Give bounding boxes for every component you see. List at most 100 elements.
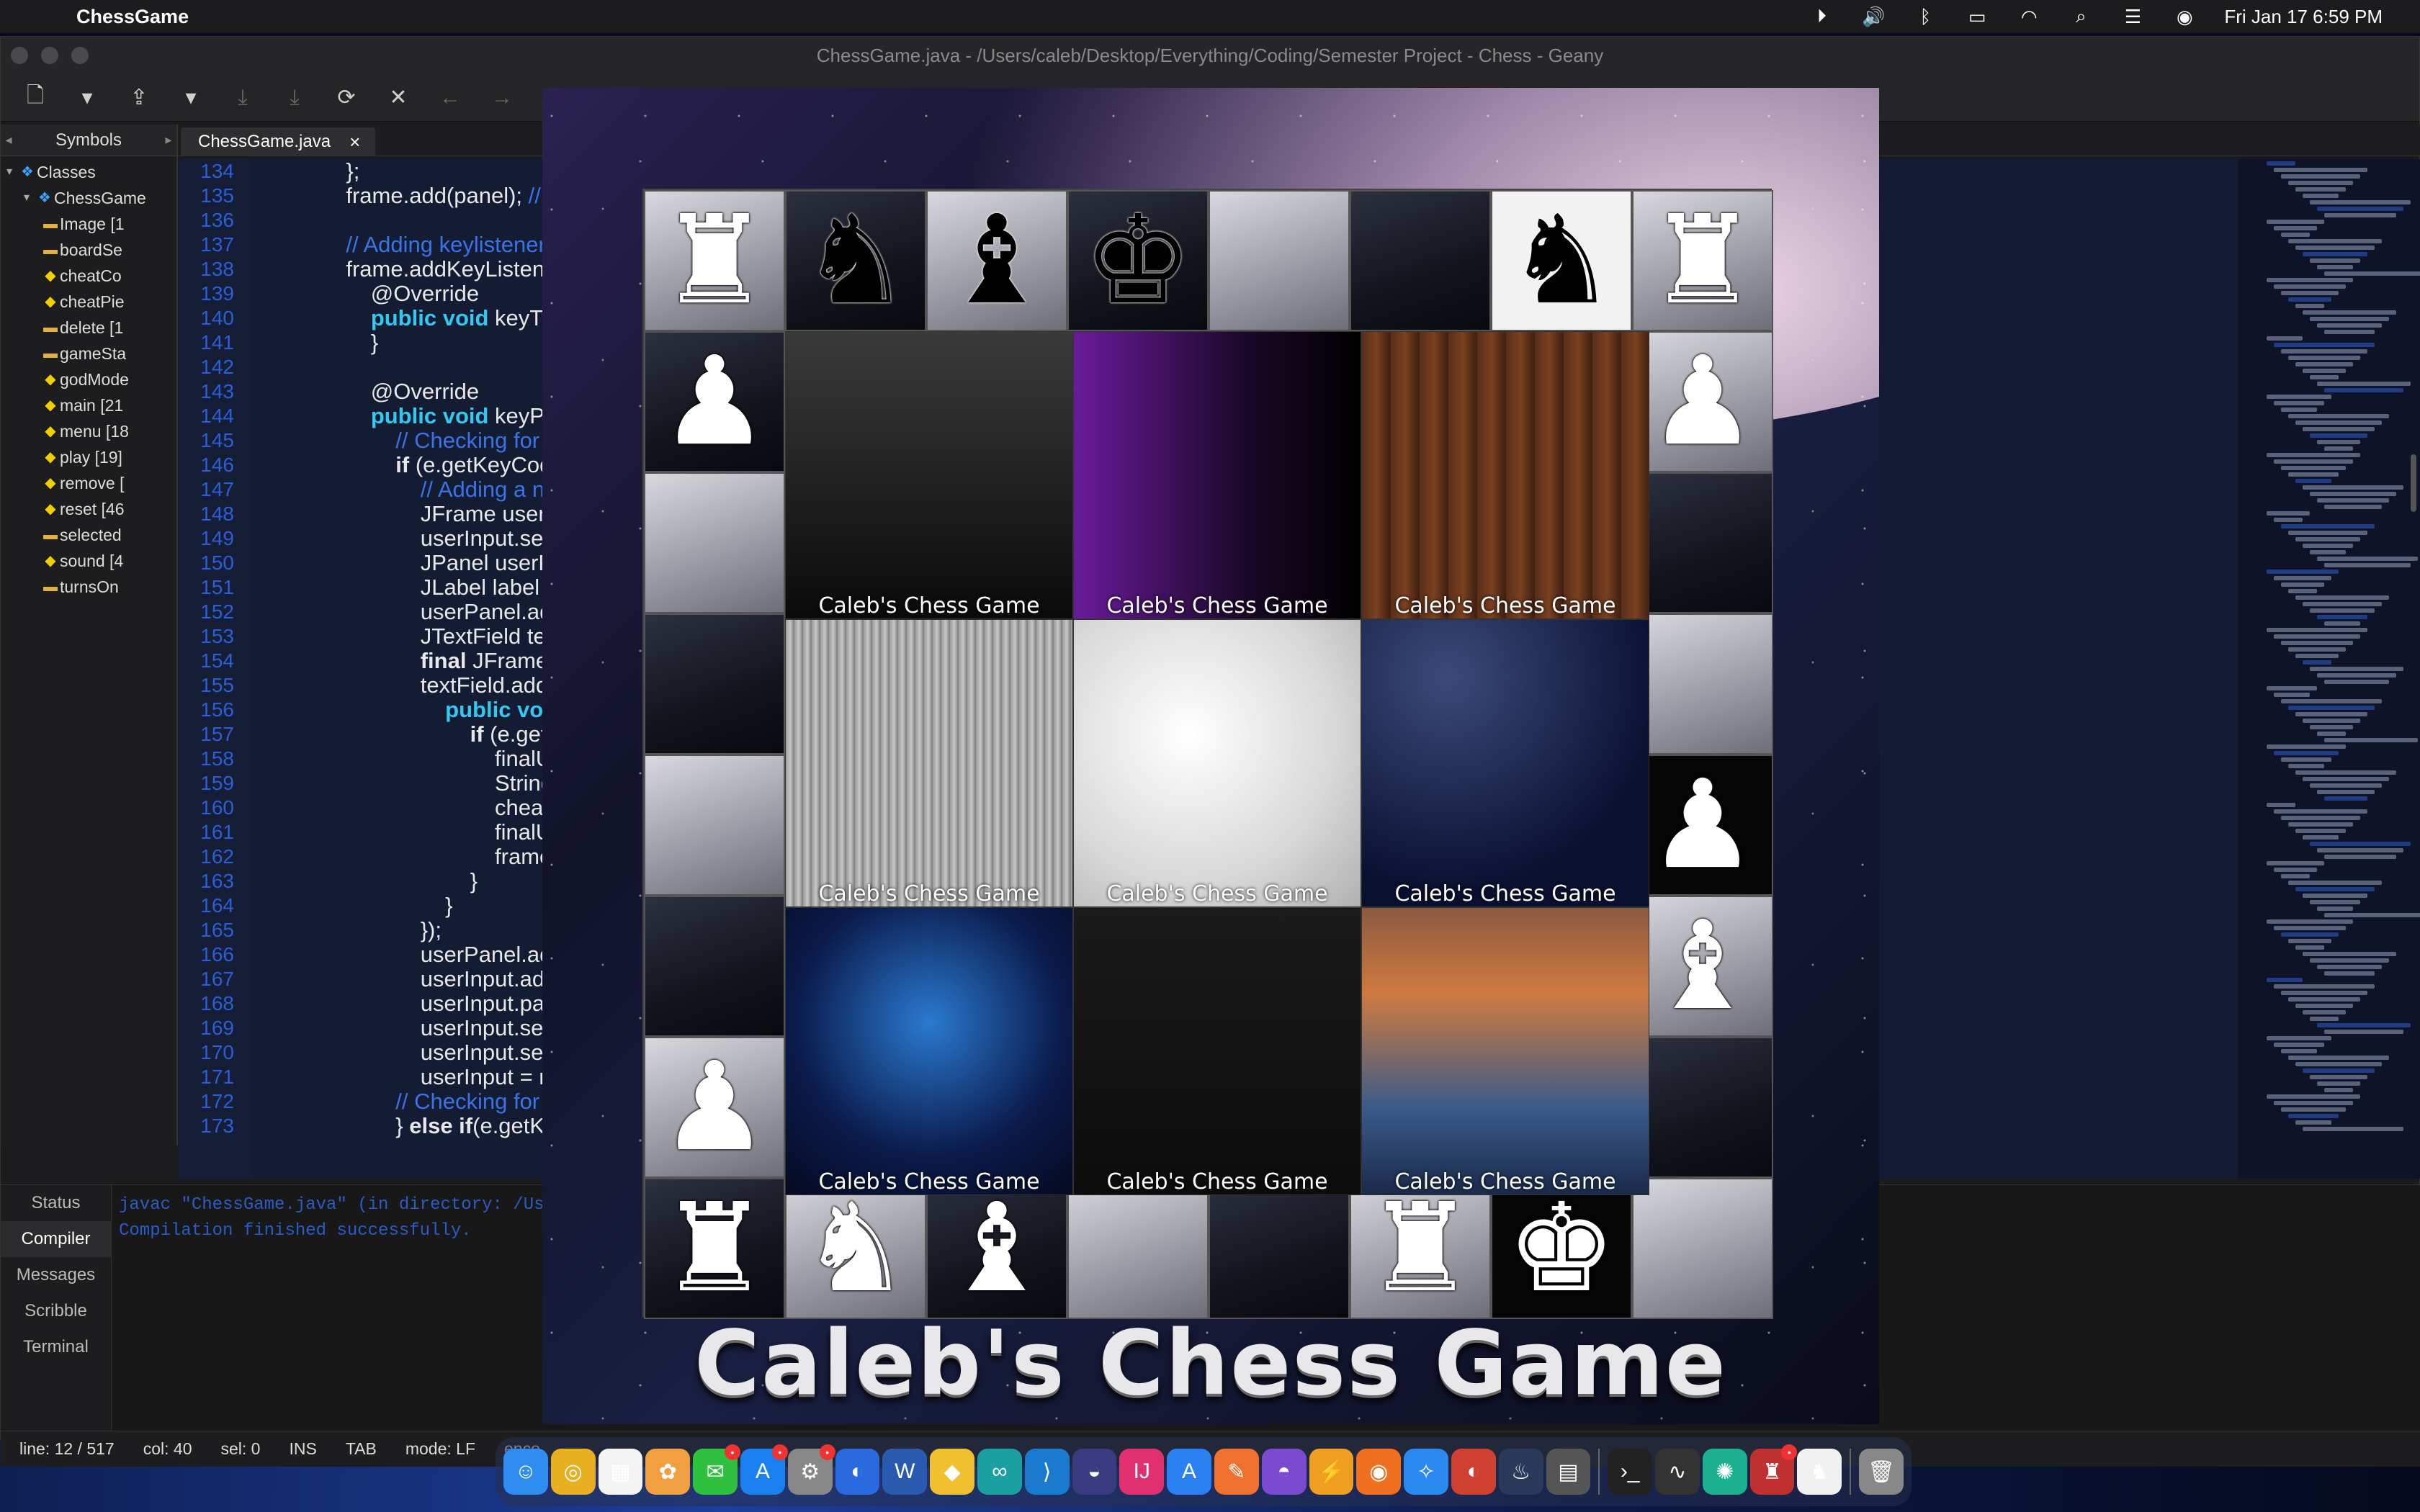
dock-blender-icon[interactable]: ◉ bbox=[1356, 1449, 1402, 1495]
dock-steam-icon[interactable]: ♨ bbox=[1498, 1449, 1543, 1495]
tab-symbols[interactable]: Symbols bbox=[17, 130, 161, 150]
theme-option-code[interactable]: Caleb's Chess Game bbox=[1073, 907, 1361, 1195]
board-square[interactable] bbox=[1209, 1178, 1350, 1319]
board-square[interactable]: ♝ bbox=[1632, 896, 1773, 1037]
spotlight-search-icon[interactable]: ⌕ bbox=[2069, 5, 2093, 28]
control-center-icon[interactable]: ☰ bbox=[2120, 6, 2145, 28]
tree-row-member[interactable]: ▬ Image [1 bbox=[1, 211, 176, 237]
board-square[interactable] bbox=[1632, 1178, 1773, 1319]
board-square[interactable]: ♟ bbox=[644, 1037, 785, 1178]
save-icon[interactable]: ⤓ bbox=[227, 86, 259, 110]
app-name-menu[interactable]: ChessGame bbox=[76, 6, 189, 28]
chess-game-window[interactable]: ♜ ♞ ♝ ♚ ♞ ♜ ♟ ♟ ♟ ♟ ♝ ♜ ♞ ♝ ♜ ♚ Caleb's Chess Game Caleb'… bbox=[542, 88, 1879, 1424]
board-square[interactable]: ♜ bbox=[1350, 1178, 1491, 1319]
dock-arduino-icon[interactable]: ∞ bbox=[977, 1449, 1022, 1495]
dock-messages-icon[interactable]: ✉ • bbox=[693, 1444, 740, 1495]
forward-icon[interactable]: → bbox=[486, 86, 518, 110]
pawn-piece-icon[interactable]: ♟ bbox=[660, 1046, 769, 1169]
close-file-icon[interactable]: ✕ bbox=[382, 85, 414, 110]
board-square[interactable] bbox=[1632, 1037, 1773, 1178]
dock-quicktime-icon[interactable]: ◐ bbox=[835, 1449, 880, 1495]
board-square[interactable] bbox=[644, 472, 785, 613]
tree-row-classes[interactable]: ▾ ❖ Classes bbox=[1, 159, 176, 185]
tree-row-member[interactable]: ◆ cheatPie bbox=[1, 289, 176, 315]
message-tab-compiler[interactable]: Compiler bbox=[1, 1221, 111, 1257]
board-square[interactable] bbox=[1350, 190, 1491, 331]
dock-vscode-icon[interactable]: ⟩ bbox=[1024, 1449, 1070, 1495]
code-minimap[interactable] bbox=[2238, 159, 2420, 1179]
rook-piece-icon[interactable]: ♜ bbox=[1648, 199, 1757, 322]
theme-option-marble[interactable]: Caleb's Chess Game bbox=[1073, 619, 1361, 907]
dock-terminal-icon[interactable]: ›_ bbox=[1608, 1449, 1653, 1495]
dock-app-store-icon[interactable]: A • bbox=[740, 1444, 788, 1495]
message-tab-terminal[interactable]: Terminal bbox=[1, 1329, 111, 1365]
theme-option-wood[interactable]: Caleb's Chess Game bbox=[1361, 331, 1649, 619]
king-piece-icon[interactable]: ♚ bbox=[1507, 1187, 1616, 1310]
dock-trash-icon[interactable]: 🗑 bbox=[1859, 1449, 1904, 1495]
board-square[interactable] bbox=[1209, 190, 1350, 331]
dock-chatgpt-icon[interactable]: ✺ bbox=[1702, 1449, 1747, 1495]
bishop-piece-icon[interactable]: ♝ bbox=[942, 199, 1052, 322]
theme-option-space[interactable]: Caleb's Chess Game bbox=[1361, 619, 1649, 907]
save-all-icon[interactable]: ⤓ bbox=[279, 86, 310, 110]
editor-scrollbar[interactable] bbox=[2411, 454, 2416, 512]
board-square[interactable]: ♟ bbox=[1632, 755, 1773, 896]
pawn-piece-icon[interactable]: ♟ bbox=[1648, 341, 1757, 463]
dock-activity-monitor-icon[interactable]: ∿ bbox=[1655, 1449, 1700, 1495]
dock-geany-icon[interactable]: ✧ bbox=[1404, 1449, 1448, 1495]
board-square[interactable] bbox=[644, 613, 785, 755]
wifi-icon[interactable]: ◠ bbox=[2017, 6, 2041, 28]
board-square[interactable] bbox=[644, 896, 785, 1037]
tree-row-member[interactable]: ▬ boardSe bbox=[1, 237, 176, 263]
pawn-piece-icon[interactable]: ♟ bbox=[660, 341, 769, 463]
tree-row-member[interactable]: ◆ godMode bbox=[1, 366, 176, 392]
board-square[interactable]: ♝ bbox=[926, 1178, 1067, 1319]
rook-piece-icon[interactable]: ♜ bbox=[1366, 1187, 1475, 1310]
board-square[interactable]: ♜ bbox=[644, 190, 785, 331]
dock-xcode-instruments-icon[interactable]: A bbox=[1167, 1449, 1211, 1495]
rook-piece-icon[interactable]: ♜ bbox=[660, 199, 769, 322]
dock-davinci-icon[interactable]: ◐ bbox=[1451, 1449, 1496, 1495]
knight-piece-icon[interactable]: ♞ bbox=[1507, 199, 1616, 322]
board-square[interactable]: ♚ bbox=[1067, 190, 1209, 331]
board-square[interactable]: ♚ bbox=[1491, 1178, 1632, 1319]
board-square[interactable]: ♞ bbox=[785, 190, 926, 331]
tree-row-chessgame[interactable]: ▾ ❖ ChessGame bbox=[1, 185, 176, 211]
dock-calculator-icon[interactable]: ▤ bbox=[1546, 1449, 1591, 1495]
board-square[interactable] bbox=[1632, 472, 1773, 613]
board-square[interactable] bbox=[1067, 1178, 1209, 1319]
board-square[interactable]: ♟ bbox=[1632, 331, 1773, 472]
dock-eclipse-icon[interactable]: ◒ bbox=[1072, 1449, 1117, 1495]
board-square[interactable]: ♜ bbox=[644, 1178, 785, 1319]
tree-row-member[interactable]: ▬ selected bbox=[1, 522, 176, 548]
tree-row-member[interactable]: ◆ play [19] bbox=[1, 444, 176, 470]
dock-intellij-icon[interactable]: IJ bbox=[1119, 1449, 1165, 1495]
king-piece-icon[interactable]: ♚ bbox=[1083, 199, 1193, 322]
tree-row-member[interactable]: ▬ delete [1 bbox=[1, 315, 176, 341]
board-square[interactable]: ♞ bbox=[785, 1178, 926, 1319]
dock-photos-icon[interactable]: ✿ bbox=[645, 1449, 691, 1495]
theme-option-black[interactable]: Caleb's Chess Game bbox=[785, 331, 1073, 619]
revert-icon[interactable]: ⟳ bbox=[331, 85, 362, 110]
board-square[interactable]: ♟ bbox=[644, 331, 785, 472]
tabs-right-arrow-icon[interactable]: ▸ bbox=[161, 132, 176, 148]
theme-option-brain[interactable]: Caleb's Chess Game bbox=[785, 907, 1073, 1195]
theme-option-purple[interactable]: Caleb's Chess Game bbox=[1073, 331, 1361, 619]
new-file-icon[interactable]: 🗋 bbox=[19, 79, 51, 116]
siri-icon[interactable]: ◉ bbox=[2172, 6, 2197, 28]
tree-row-member[interactable]: ◆ remove [ bbox=[1, 470, 176, 496]
dock-github-icon[interactable]: ◓ bbox=[1261, 1449, 1307, 1495]
expand-arrow-icon[interactable]: ▾ bbox=[18, 185, 35, 211]
tree-row-member[interactable]: ◆ menu [18 bbox=[1, 418, 176, 444]
fold-margin[interactable] bbox=[253, 159, 270, 1179]
board-square[interactable] bbox=[644, 755, 785, 896]
knight-piece-icon[interactable]: ♞ bbox=[801, 1187, 910, 1310]
pawn-piece-icon[interactable]: ♟ bbox=[1648, 764, 1757, 886]
board-square[interactable]: ♞ bbox=[1491, 190, 1632, 331]
board-square[interactable] bbox=[1632, 613, 1773, 755]
dock-blender-alt-icon[interactable]: ⚡ bbox=[1309, 1449, 1354, 1495]
tree-row-member[interactable]: ◆ main [21 bbox=[1, 392, 176, 418]
message-tab-messages[interactable]: Messages bbox=[1, 1257, 111, 1293]
knight-piece-icon[interactable]: ♞ bbox=[801, 199, 910, 322]
tree-row-member[interactable]: ◆ reset [46 bbox=[1, 496, 176, 522]
